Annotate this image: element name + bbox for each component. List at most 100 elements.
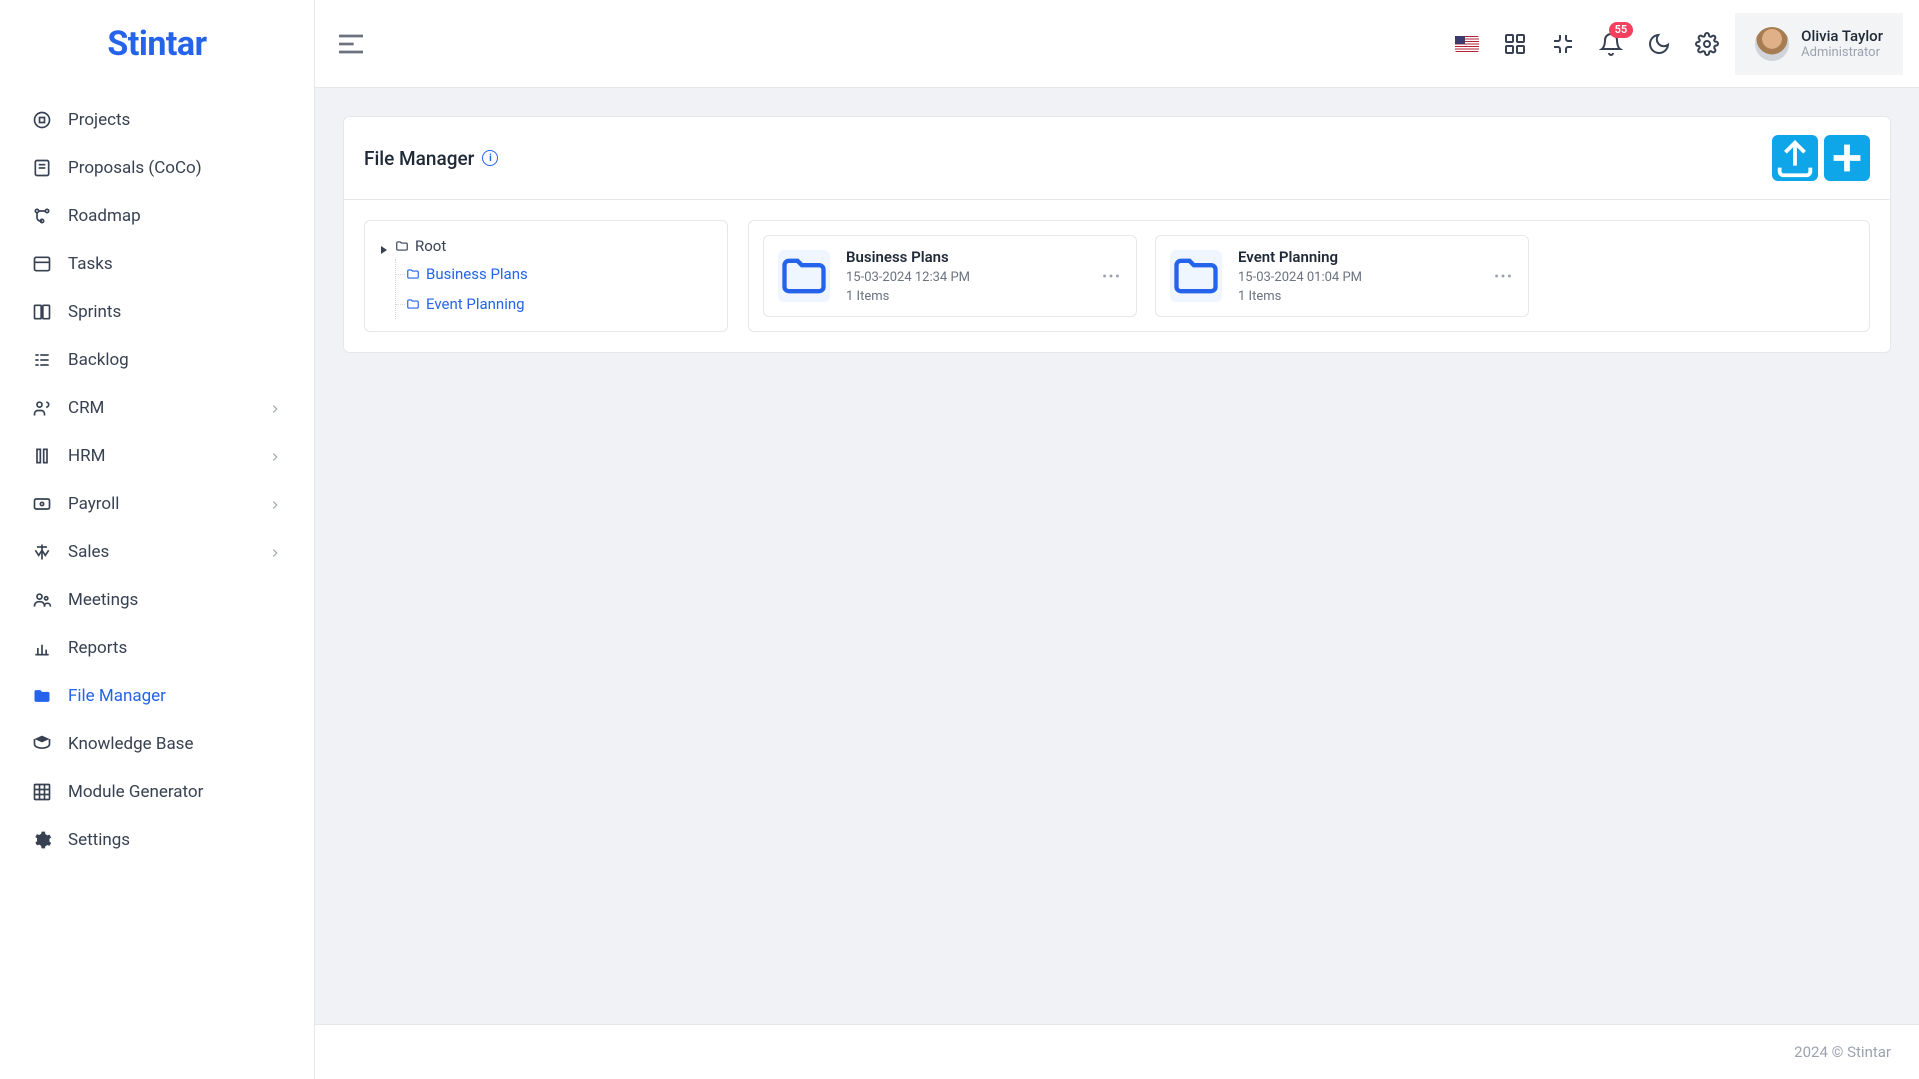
sidebar-item-reports[interactable]: Reports <box>0 624 314 672</box>
tree-root[interactable]: Root <box>379 233 713 259</box>
main-area: 55 Olivia Taylor Administrator <box>315 0 1919 1079</box>
folder-open-icon <box>395 239 409 253</box>
sidebar-item-module-generator[interactable]: Module Generator <box>0 768 314 816</box>
sidebar-item-label: Backlog <box>68 350 282 370</box>
sidebar-item-payroll[interactable]: Payroll <box>0 480 314 528</box>
project-icon <box>32 110 52 130</box>
sidebar-item-settings[interactable]: Settings <box>0 816 314 864</box>
sidebar-item-label: Projects <box>68 110 282 130</box>
sidebar-item-roadmap[interactable]: Roadmap <box>0 192 314 240</box>
sidebar-item-label: Tasks <box>68 254 282 274</box>
sidebar-item-tasks[interactable]: Tasks <box>0 240 314 288</box>
brand-text: Stintar <box>107 24 206 64</box>
sales-icon <box>32 542 52 562</box>
panel-header: File Manager i <box>344 117 1890 200</box>
sidebar-item-label: Settings <box>68 830 282 850</box>
folders-grid: Business Plans 15-03-2024 12:34 PM 1 Items… <box>748 220 1870 332</box>
folder-tree: Root Business Plans Event Planning <box>364 220 728 332</box>
notification-badge: 55 <box>1609 22 1634 38</box>
sidebar-item-backlog[interactable]: Backlog <box>0 336 314 384</box>
tasks-icon <box>32 254 52 274</box>
sidebar-item-label: File Manager <box>68 686 282 706</box>
notifications-icon[interactable]: 55 <box>1599 32 1623 56</box>
sidebar-item-proposals-coco-[interactable]: Proposals (CoCo) <box>0 144 314 192</box>
panel-title: File Manager i <box>364 147 498 170</box>
crm-icon <box>32 398 52 418</box>
folder-date: 15-03-2024 01:04 PM <box>1238 270 1476 285</box>
sidebar-item-knowledge-base[interactable]: Knowledge Base <box>0 720 314 768</box>
sidebar-item-label: HRM <box>68 446 252 466</box>
more-options-icon[interactable] <box>1492 265 1514 287</box>
tree-root-label: Root <box>415 237 446 255</box>
brand-logo[interactable]: Stintar <box>0 0 314 88</box>
sidebar-item-sprints[interactable]: Sprints <box>0 288 314 336</box>
proposal-icon <box>32 158 52 178</box>
chevron-right-icon <box>268 449 282 463</box>
user-name: Olivia Taylor <box>1801 27 1883 45</box>
sidebar-nav: Projects Proposals (CoCo) Roadmap Tasks Spri… <box>0 88 314 1079</box>
folder-icon <box>406 297 420 311</box>
folder-card[interactable]: Event Planning15-03-2024 01:04 PM1 Items <box>1155 235 1529 317</box>
sidebar-item-label: Roadmap <box>68 206 282 226</box>
sidebar-item-file-manager[interactable]: File Manager <box>0 672 314 720</box>
tree-item-label: Event Planning <box>426 295 525 313</box>
folder-icon <box>406 267 420 281</box>
folder-date: 15-03-2024 12:34 PM <box>846 270 1084 285</box>
folder-icon <box>1170 250 1222 302</box>
sidebar-item-sales[interactable]: Sales <box>0 528 314 576</box>
folder-item-count: 1 Items <box>846 289 1084 304</box>
dark-mode-icon[interactable] <box>1647 32 1671 56</box>
reports-icon <box>32 638 52 658</box>
folder-card[interactable]: Business Plans 15-03-2024 12:34 PM 1 Items <box>763 235 1137 317</box>
tree-item[interactable]: Business Plans <box>396 259 713 289</box>
sidebar-item-projects[interactable]: Projects <box>0 96 314 144</box>
file-manager-icon <box>32 686 52 706</box>
sidebar-item-label: Meetings <box>68 590 282 610</box>
caret-right-icon <box>379 241 389 251</box>
sidebar-item-label: Module Generator <box>68 782 282 802</box>
tree-item[interactable]: Event Planning <box>396 289 713 319</box>
folder-name: Event Planning <box>1238 248 1476 266</box>
hrm-icon <box>32 446 52 466</box>
add-button[interactable] <box>1824 135 1870 181</box>
roadmap-icon <box>32 206 52 226</box>
language-flag-icon[interactable] <box>1455 32 1479 56</box>
chevron-right-icon <box>268 401 282 415</box>
folder-name: Business Plans <box>846 248 1084 266</box>
sidebar-item-crm[interactable]: CRM <box>0 384 314 432</box>
panel-title-text: File Manager <box>364 147 474 170</box>
user-menu[interactable]: Olivia Taylor Administrator <box>1735 13 1903 75</box>
chevron-right-icon <box>268 545 282 559</box>
payroll-icon <box>32 494 52 514</box>
backlog-icon <box>32 350 52 370</box>
sidebar-item-label: CRM <box>68 398 252 418</box>
sidebar-item-label: Proposals (CoCo) <box>68 158 282 178</box>
settings-icon[interactable] <box>1695 32 1719 56</box>
footer-text: 2024 © Stintar <box>1794 1043 1891 1061</box>
chevron-right-icon <box>268 497 282 511</box>
menu-toggle[interactable] <box>335 28 367 60</box>
content: File Manager i <box>315 88 1919 1024</box>
knowledge-icon <box>32 734 52 754</box>
avatar <box>1755 27 1789 61</box>
meetings-icon <box>32 590 52 610</box>
module-icon <box>32 782 52 802</box>
footer: 2024 © Stintar <box>315 1024 1919 1079</box>
topbar-icons: 55 <box>1455 32 1719 56</box>
topbar: 55 Olivia Taylor Administrator <box>315 0 1919 88</box>
user-role: Administrator <box>1801 45 1883 60</box>
sidebar-item-hrm[interactable]: HRM <box>0 432 314 480</box>
sidebar-item-label: Reports <box>68 638 282 658</box>
sidebar: Stintar Projects Proposals (CoCo) Roadmap T… <box>0 0 315 1079</box>
sprints-icon <box>32 302 52 322</box>
file-manager-panel: File Manager i <box>343 116 1891 353</box>
sidebar-item-label: Sales <box>68 542 252 562</box>
fullscreen-exit-icon[interactable] <box>1551 32 1575 56</box>
apps-grid-icon[interactable] <box>1503 32 1527 56</box>
more-options-icon[interactable] <box>1100 265 1122 287</box>
info-icon[interactable]: i <box>482 150 498 166</box>
tree-item-label: Business Plans <box>426 265 528 283</box>
sidebar-item-meetings[interactable]: Meetings <box>0 576 314 624</box>
upload-button[interactable] <box>1772 135 1818 181</box>
sidebar-item-label: Sprints <box>68 302 282 322</box>
